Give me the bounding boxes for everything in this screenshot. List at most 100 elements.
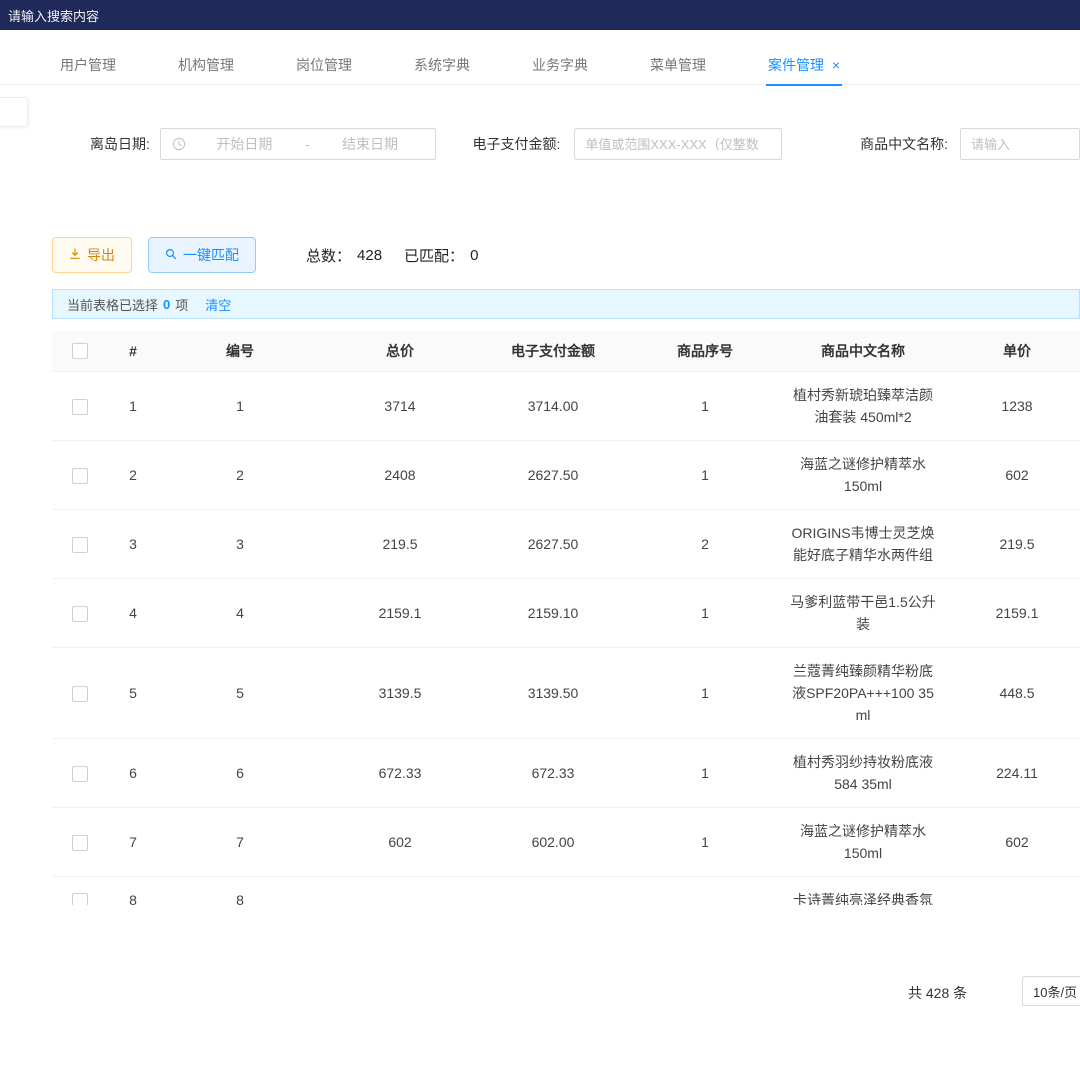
- cell-unit-price: 602: [944, 440, 1080, 509]
- cell-unit-price: 224.11: [944, 738, 1080, 807]
- row-select-cell: [52, 647, 108, 738]
- row-select-cell: [52, 876, 108, 905]
- cell-epay-amount: [478, 876, 628, 905]
- pagination-total: 共 428 条: [908, 983, 967, 1003]
- table-row: 7 7 602 602.00 1 海蓝之谜修护精萃水 150ml 602: [52, 807, 1080, 876]
- tab-label: 菜单管理: [650, 55, 706, 75]
- collapse-panel-handle[interactable]: [0, 97, 28, 127]
- export-button[interactable]: 导出: [52, 237, 132, 273]
- row-select-cell: [52, 440, 108, 509]
- cell-product-seq: 1: [628, 647, 782, 738]
- page-size-select[interactable]: 10条/页: [1022, 976, 1080, 1006]
- global-search-input[interactable]: 请输入搜索内容: [8, 6, 99, 25]
- column-header: 总价: [322, 331, 478, 371]
- tab[interactable]: 系统字典: [412, 45, 472, 85]
- cell-index: 8: [108, 876, 158, 905]
- cell-epay-amount: 672.33: [478, 738, 628, 807]
- export-icon: [69, 247, 81, 263]
- cell-unit-price: [944, 876, 1080, 905]
- cell-index: 1: [108, 371, 158, 440]
- column-header: 商品中文名称: [782, 331, 944, 371]
- row-checkbox[interactable]: [72, 893, 88, 905]
- row-checkbox[interactable]: [72, 468, 88, 484]
- cell-epay-amount: 2627.50: [478, 509, 628, 578]
- cell-code: 8: [158, 876, 322, 905]
- cell-total-price: 3139.5: [322, 647, 478, 738]
- row-select-cell: [52, 371, 108, 440]
- row-checkbox[interactable]: [72, 686, 88, 702]
- tab[interactable]: 案件管理 ×: [766, 45, 842, 85]
- cell-product-name: 植村秀羽纱持妆粉底液 584 35ml: [782, 738, 944, 807]
- one-click-match-button[interactable]: 一键匹配: [148, 237, 256, 273]
- cell-code: 7: [158, 807, 322, 876]
- tab[interactable]: 用户管理: [58, 45, 118, 85]
- date-range-separator: -: [299, 136, 316, 152]
- date-end-input[interactable]: 结束日期: [316, 134, 425, 154]
- table-row: 4 4 2159.1 2159.10 1 马爹利蓝带干邑1.5公升装 2159.…: [52, 578, 1080, 647]
- cell-product-name: 植村秀新琥珀臻萃洁颜油套装 450ml*2: [782, 371, 944, 440]
- table-row: 2 2 2408 2627.50 1 海蓝之谜修护精萃水 150ml 602: [52, 440, 1080, 509]
- table-row: 6 6 672.33 672.33 1 植村秀羽纱持妆粉底液 584 35ml …: [52, 738, 1080, 807]
- row-checkbox[interactable]: [72, 835, 88, 851]
- column-header: 编号: [158, 331, 322, 371]
- cell-total-price: [322, 876, 478, 905]
- tab[interactable]: 岗位管理: [294, 45, 354, 85]
- cell-unit-price: 2159.1: [944, 578, 1080, 647]
- row-select-cell: [52, 738, 108, 807]
- cell-index: 5: [108, 647, 158, 738]
- table-header-row: #编号总价电子支付金额商品序号商品中文名称单价: [52, 331, 1080, 371]
- cell-code: 6: [158, 738, 322, 807]
- page-size-value: 10条/页: [1033, 982, 1077, 1001]
- cell-total-price: 672.33: [322, 738, 478, 807]
- cell-epay-amount: 2627.50: [478, 440, 628, 509]
- toolbar: 导出 一键匹配 总数：428 已匹配：0: [0, 237, 1080, 273]
- cell-index: 6: [108, 738, 158, 807]
- cell-unit-price: 1238: [944, 371, 1080, 440]
- row-select-cell: [52, 509, 108, 578]
- table-row: 1 1 3714 3714.00 1 植村秀新琥珀臻萃洁颜油套装 450ml*2…: [52, 371, 1080, 440]
- cell-index: 3: [108, 509, 158, 578]
- select-all-checkbox[interactable]: [72, 343, 88, 359]
- row-checkbox[interactable]: [72, 766, 88, 782]
- cell-total-price: 2408: [322, 440, 478, 509]
- top-search-bar: 请输入搜索内容: [0, 0, 1080, 30]
- data-table: #编号总价电子支付金额商品序号商品中文名称单价 1 1 3714 3714.00…: [52, 331, 1080, 905]
- selection-prefix: 当前表格已选择: [67, 295, 158, 314]
- clear-selection-link[interactable]: 清空: [205, 295, 231, 314]
- matched-value: 0: [470, 247, 478, 264]
- date-start-input[interactable]: 开始日期: [190, 134, 299, 154]
- cell-product-seq: 1: [628, 440, 782, 509]
- tab[interactable]: 业务字典: [530, 45, 590, 85]
- table-row: 8 8 卡诗菁纯亮泽经典香氛: [52, 876, 1080, 905]
- cell-product-name: 卡诗菁纯亮泽经典香氛: [782, 876, 944, 905]
- cell-unit-price: 219.5: [944, 509, 1080, 578]
- tab-label: 案件管理: [768, 55, 824, 75]
- table-row: 5 5 3139.5 3139.50 1 兰蔻菁纯臻颜精华粉底液SPF20PA+…: [52, 647, 1080, 738]
- magnifier-icon: [165, 247, 177, 263]
- tab-close-icon[interactable]: ×: [832, 57, 840, 73]
- cell-code: 1: [158, 371, 322, 440]
- tab-bar: 用户管理 机构管理 岗位管理 系统字典 业务字典 菜单管理 案件管理 ×: [0, 45, 1080, 85]
- export-button-label: 导出: [87, 245, 115, 265]
- cell-product-seq: 2: [628, 509, 782, 578]
- cell-epay-amount: 2159.10: [478, 578, 628, 647]
- product-name-input[interactable]: [960, 128, 1080, 160]
- cell-product-name: 海蓝之谜修护精萃水 150ml: [782, 807, 944, 876]
- amount-input[interactable]: [574, 128, 782, 160]
- clock-icon: [172, 137, 186, 151]
- row-select-cell: [52, 807, 108, 876]
- tab[interactable]: 机构管理: [176, 45, 236, 85]
- product-name-filter-label: 商品中文名称:: [860, 134, 948, 154]
- cell-code: 4: [158, 578, 322, 647]
- cell-total-price: 2159.1: [322, 578, 478, 647]
- row-checkbox[interactable]: [72, 399, 88, 415]
- row-checkbox[interactable]: [72, 537, 88, 553]
- cell-product-name: ORIGINS韦博士灵芝焕能好底子精华水两件组: [782, 509, 944, 578]
- date-range-picker[interactable]: 开始日期 - 结束日期: [160, 128, 437, 160]
- filter-bar: 离岛日期: 开始日期 - 结束日期 电子支付金额: 商品中文名称:: [0, 128, 1080, 160]
- tab[interactable]: 菜单管理: [648, 45, 708, 85]
- table-body: 1 1 3714 3714.00 1 植村秀新琥珀臻萃洁颜油套装 450ml*2…: [52, 371, 1080, 905]
- row-checkbox[interactable]: [72, 606, 88, 622]
- cell-product-seq: 1: [628, 807, 782, 876]
- cell-product-name: 马爹利蓝带干邑1.5公升装: [782, 578, 944, 647]
